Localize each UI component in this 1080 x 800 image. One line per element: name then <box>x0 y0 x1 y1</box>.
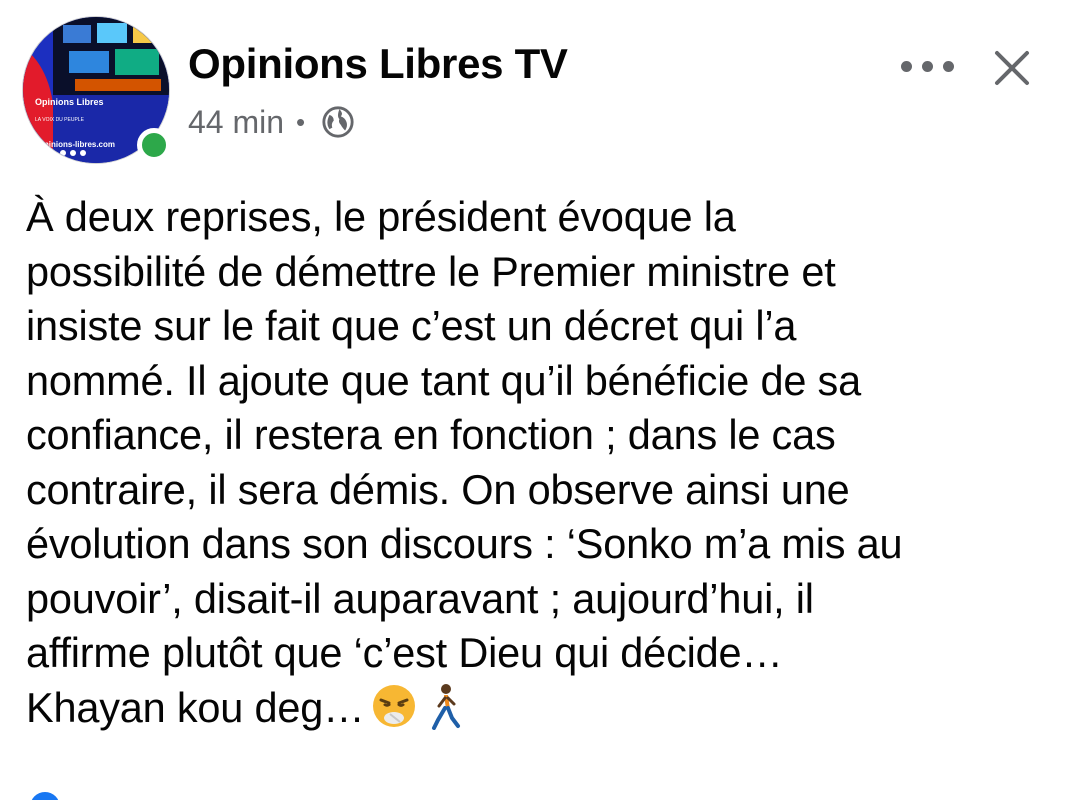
post-text: À deux reprises, le président évoque la … <box>26 190 1066 743</box>
globe-icon[interactable] <box>321 105 355 139</box>
avatar-tagline: LA VOIX DU PEUPLE <box>35 117 84 123</box>
online-status-indicator <box>137 128 171 162</box>
sneezing-face-emoji-icon <box>370 682 418 744</box>
timestamp[interactable]: 44 min <box>188 104 284 141</box>
avatar-brand-text: Opinions Libres <box>35 97 104 107</box>
post-text-line: nommé. Il ajoute que tant qu’il bénéfici… <box>26 356 861 404</box>
post-text-line: affirme plutôt que ‘c’est Dieu qui décid… <box>26 629 783 676</box>
close-icon <box>995 51 1029 85</box>
reaction-icon <box>30 792 60 800</box>
more-dot <box>921 60 933 72</box>
more-dot <box>942 60 954 72</box>
more-dot <box>900 60 912 72</box>
meta-separator: • <box>296 106 306 137</box>
post-text-line: possibilité de démettre le Premier minis… <box>26 247 836 295</box>
facebook-post: Opinions Libres LA VOIX DU PEUPLE opinio… <box>0 0 1080 800</box>
post-text-line: Khayan kou deg… <box>26 683 365 731</box>
person-walking-emoji-icon <box>424 682 464 744</box>
post-text-line: À deux reprises, le président évoque la <box>26 193 736 240</box>
post-meta: 44 min • <box>188 100 355 144</box>
close-button[interactable] <box>986 44 1038 92</box>
post-text-line: confiance, il restera en fonction ; dans… <box>26 411 836 458</box>
page-avatar[interactable]: Opinions Libres LA VOIX DU PEUPLE opinio… <box>22 16 171 164</box>
post-text-last-line: Khayan kou deg… <box>26 681 1066 744</box>
more-options-button[interactable] <box>892 44 962 88</box>
avatar-url: opinions-libres.com <box>39 140 116 149</box>
post-text-line: contraire, il sera démis. On observe ain… <box>26 465 850 513</box>
post-text-line: évolution dans son discours : ‘Sonko m’a… <box>26 520 903 567</box>
post-text-line: insiste sur le fait que c’est un décret … <box>26 302 797 349</box>
post-text-line: pouvoir’, disait-il auparavant ; aujourd… <box>26 574 814 622</box>
page-name[interactable]: Opinions Libres TV <box>188 40 568 88</box>
